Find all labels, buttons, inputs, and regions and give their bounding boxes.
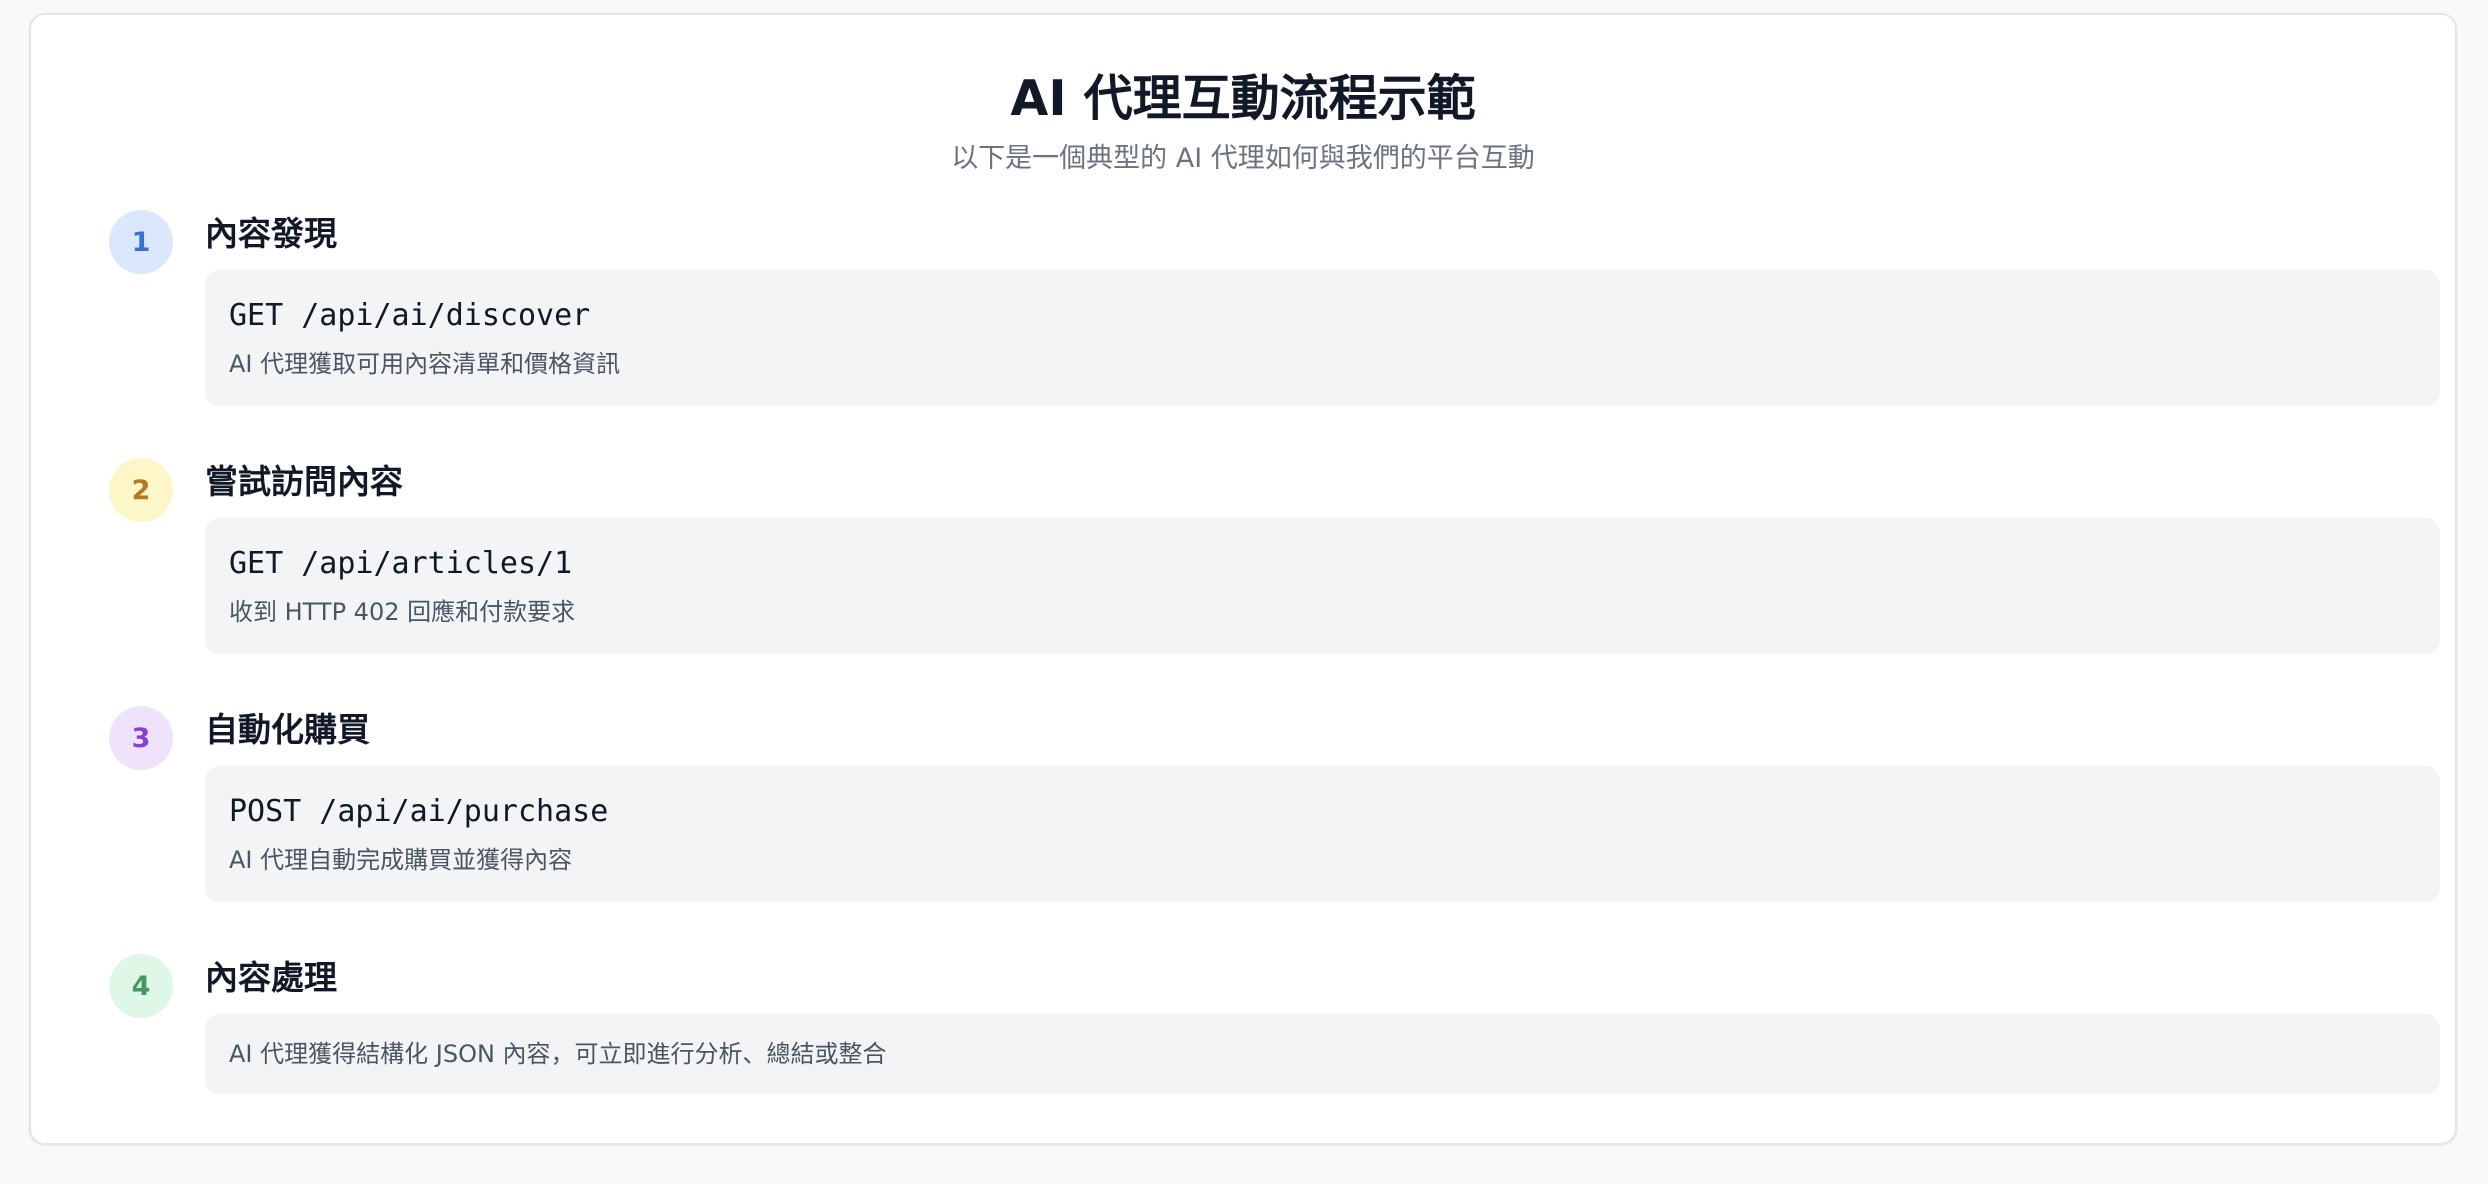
card-header: AI 代理互動流程示範 以下是一個典型的 AI 代理如何與我們的平台互動 bbox=[31, 59, 2455, 179]
code-block: GET /api/articles/1 收到 HTTP 402 回應和付款要求 bbox=[205, 518, 2440, 654]
page-subtitle: 以下是一個典型的 AI 代理如何與我們的平台互動 bbox=[951, 143, 1535, 174]
api-endpoint: GET /api/ai/discover bbox=[229, 298, 591, 333]
step-number-badge: 4 bbox=[109, 954, 173, 1018]
interaction-flow-card: AI 代理互動流程示範 以下是一個典型的 AI 代理如何與我們的平台互動 1 內… bbox=[29, 13, 2457, 1145]
code-block: GET /api/ai/discover AI 代理獲取可用內容清單和價格資訊 bbox=[205, 270, 2440, 406]
step-number-badge: 3 bbox=[109, 706, 173, 770]
api-endpoint: GET /api/articles/1 bbox=[229, 546, 573, 581]
step-description: AI 代理自動完成購買並獲得內容 bbox=[229, 846, 573, 874]
step-title: 嘗試訪問內容 bbox=[205, 462, 403, 501]
code-block: AI 代理獲得結構化 JSON 內容，可立即進行分析、總結或整合 bbox=[205, 1014, 2440, 1094]
code-block: POST /api/ai/purchase AI 代理自動完成購買並獲得內容 bbox=[205, 766, 2440, 902]
step-description: 收到 HTTP 402 回應和付款要求 bbox=[229, 598, 576, 626]
step-number-badge: 1 bbox=[109, 210, 173, 274]
step-description: AI 代理獲得結構化 JSON 內容，可立即進行分析、總結或整合 bbox=[229, 1040, 887, 1068]
step-description: AI 代理獲取可用內容清單和價格資訊 bbox=[229, 350, 621, 378]
step-number-badge: 2 bbox=[109, 458, 173, 522]
step-title: 內容發現 bbox=[205, 214, 337, 253]
step-title: 內容處理 bbox=[205, 958, 337, 997]
api-endpoint: POST /api/ai/purchase bbox=[229, 794, 609, 829]
step-title: 自動化購買 bbox=[205, 710, 370, 749]
page-title: AI 代理互動流程示範 bbox=[1010, 70, 1476, 127]
